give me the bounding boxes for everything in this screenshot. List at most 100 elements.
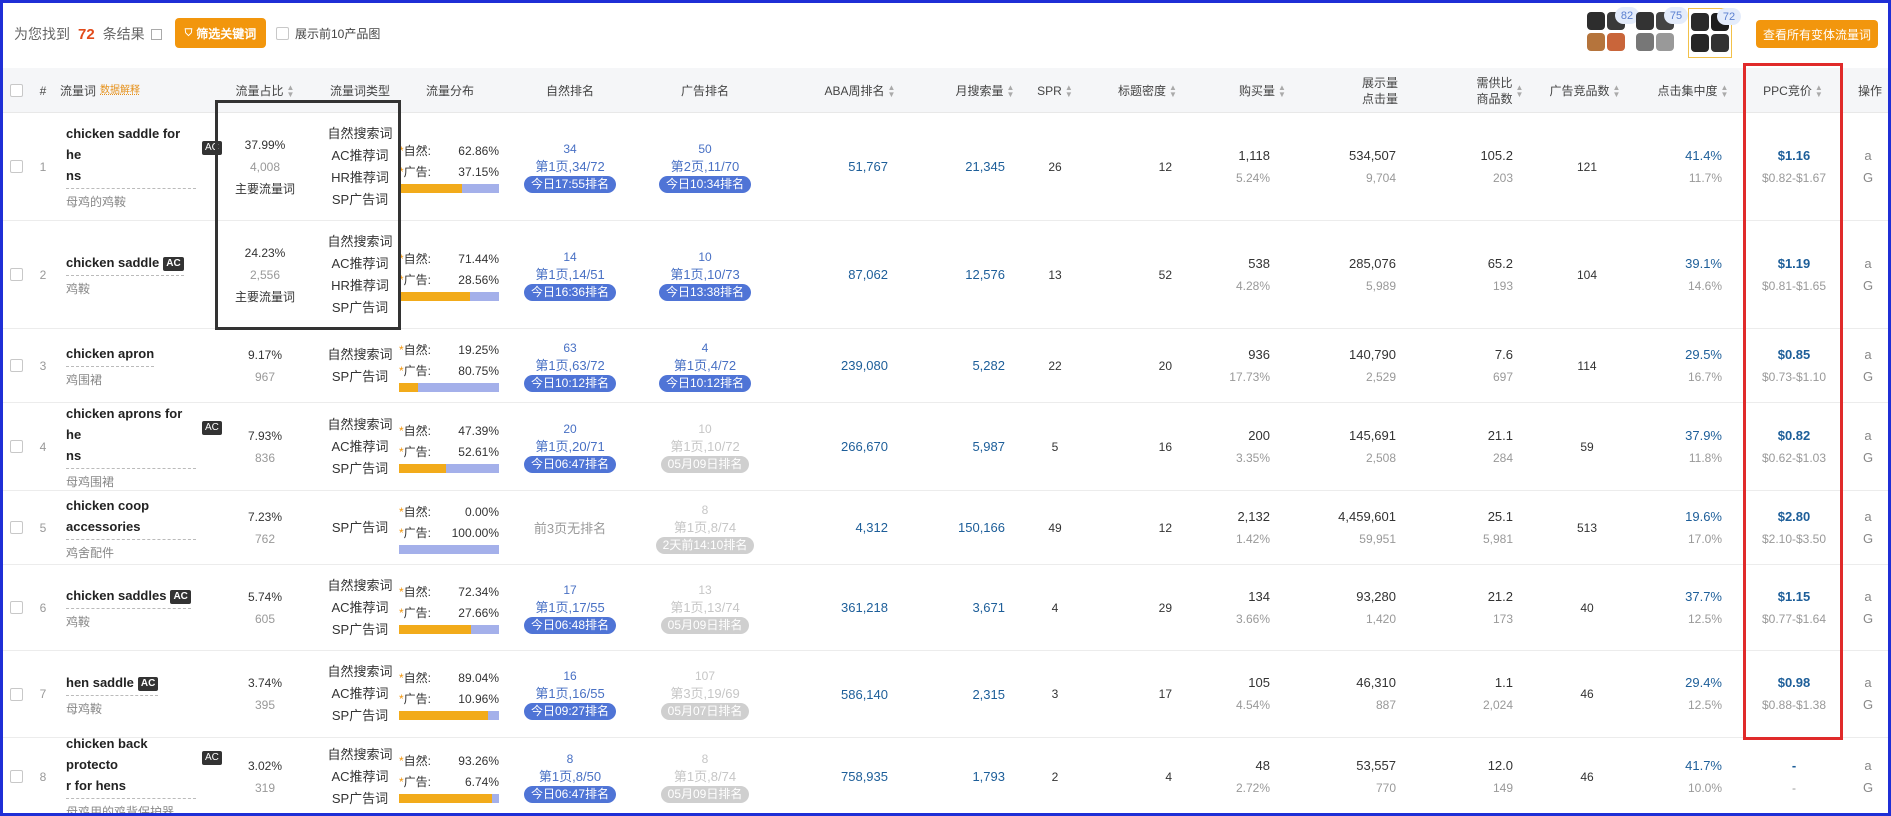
natural-rank-number[interactable]: 63 bbox=[563, 340, 576, 357]
aba-rank[interactable]: 758,935 bbox=[841, 769, 888, 784]
keyword-text[interactable]: chicken apron bbox=[66, 343, 155, 367]
monthly-searches[interactable]: 150,166 bbox=[958, 520, 1005, 535]
keyword-text[interactable]: chicken aprons for he ns bbox=[66, 403, 196, 469]
table-row[interactable]: 7 hen saddle AC 母鸡鞍 3.74% 395 自然搜索词 AC推荐词 S… bbox=[0, 651, 1891, 738]
aba-rank[interactable]: 239,080 bbox=[841, 358, 888, 373]
variant-image-group-3[interactable]: 72 bbox=[1688, 8, 1741, 58]
aba-rank[interactable]: 266,670 bbox=[841, 439, 888, 454]
ad-rank-number[interactable]: 8 bbox=[702, 751, 709, 768]
natural-rank-number[interactable]: 8 bbox=[567, 751, 574, 768]
ad-rank-time[interactable]: 今日10:34排名 bbox=[658, 175, 752, 193]
col-spr[interactable]: SPR ▲ ▼ bbox=[1030, 68, 1080, 113]
monthly-searches[interactable]: 2,315 bbox=[972, 687, 1005, 702]
sort-icon[interactable]: ▲ ▼ bbox=[888, 83, 896, 98]
natural-rank-time[interactable]: 今日09:27排名 bbox=[523, 703, 617, 720]
google-icon[interactable]: G bbox=[1863, 366, 1873, 388]
amazon-icon[interactable]: a bbox=[1864, 425, 1871, 447]
variant-image-group-2[interactable]: 75 bbox=[1634, 7, 1688, 58]
select-all[interactable] bbox=[6, 68, 26, 113]
table-row[interactable]: 3 chicken apron 鸡围裙 9.17% 967 自然搜索词 SP广告词… bbox=[0, 329, 1891, 403]
amazon-icon[interactable]: a bbox=[1864, 586, 1871, 608]
monthly-searches[interactable]: 5,987 bbox=[972, 439, 1005, 454]
sort-icon[interactable]: ▲ ▼ bbox=[287, 83, 295, 98]
natural-rank-number[interactable]: 14 bbox=[563, 249, 576, 266]
ad-rank-time[interactable]: 今日10:12排名 bbox=[658, 374, 752, 392]
row-select[interactable] bbox=[10, 329, 26, 402]
table-row[interactable]: 5 chicken coop accessories 鸡舍配件 7.23% 76… bbox=[0, 491, 1891, 565]
aba-rank[interactable]: 586,140 bbox=[841, 687, 888, 702]
ad-rank-number[interactable]: 107 bbox=[695, 668, 715, 685]
select-all-checkbox[interactable] bbox=[9, 84, 23, 97]
google-icon[interactable]: G bbox=[1863, 275, 1873, 297]
keyword-text[interactable]: chicken coop accessories bbox=[66, 495, 196, 540]
sort-icon[interactable]: ▲ ▼ bbox=[1613, 83, 1621, 98]
col-ppc[interactable]: PPC竞价 ▲ ▼ bbox=[1748, 68, 1838, 113]
ad-rank-number[interactable]: 50 bbox=[698, 141, 711, 158]
col-monthly[interactable]: 月搜索量 ▲ ▼ bbox=[945, 68, 1025, 113]
table-row[interactable]: 1 chicken saddle for he ns 母鸡的鸡鞍 AC 37.99… bbox=[0, 113, 1891, 221]
natural-rank-time[interactable]: 今日06:48排名 bbox=[523, 616, 617, 634]
row-select[interactable] bbox=[10, 651, 26, 737]
row-checkbox[interactable] bbox=[10, 268, 23, 281]
keyword-text[interactable]: chicken saddle AC bbox=[66, 252, 184, 276]
amazon-icon[interactable]: a bbox=[1864, 253, 1871, 275]
amazon-icon[interactable]: a bbox=[1864, 755, 1871, 777]
col-share[interactable]: 流量占比 ▲ ▼ bbox=[225, 68, 305, 113]
amazon-icon[interactable]: a bbox=[1864, 672, 1871, 694]
natural-rank-number[interactable]: 20 bbox=[563, 421, 576, 438]
row-checkbox[interactable] bbox=[10, 359, 23, 372]
natural-rank-number[interactable]: 34 bbox=[563, 141, 576, 158]
data-explanation-link[interactable]: 数据解释 bbox=[100, 83, 140, 99]
amazon-icon[interactable]: a bbox=[1864, 506, 1871, 528]
row-select[interactable] bbox=[10, 221, 26, 328]
keyword-text[interactable]: chicken saddles AC bbox=[66, 585, 191, 609]
monthly-searches[interactable]: 3,671 bbox=[972, 600, 1005, 615]
google-icon[interactable]: G bbox=[1863, 528, 1873, 550]
sort-icon[interactable]: ▲ ▼ bbox=[1007, 83, 1015, 98]
google-icon[interactable]: G bbox=[1863, 608, 1873, 630]
ad-rank-time[interactable]: 今日13:38排名 bbox=[658, 283, 752, 301]
row-checkbox[interactable] bbox=[10, 440, 23, 453]
google-icon[interactable]: G bbox=[1863, 694, 1873, 716]
ad-rank-number[interactable]: 4 bbox=[702, 340, 709, 357]
col-supply-demand[interactable]: 需供比 商品数 ▲ ▼ bbox=[1465, 68, 1535, 113]
amazon-icon[interactable]: a bbox=[1864, 344, 1871, 366]
row-checkbox[interactable] bbox=[10, 687, 23, 701]
col-title-density[interactable]: 标题密度 ▲ ▼ bbox=[1110, 68, 1185, 113]
aba-rank[interactable]: 361,218 bbox=[841, 600, 888, 615]
ad-rank-time[interactable]: 05月07日排名 bbox=[660, 703, 750, 720]
sort-icon[interactable]: ▲ ▼ bbox=[1721, 83, 1729, 98]
google-icon[interactable]: G bbox=[1863, 447, 1873, 469]
ad-rank-time[interactable]: 05月09日排名 bbox=[660, 785, 750, 803]
col-ad-products[interactable]: 广告竞品数 ▲ ▼ bbox=[1545, 68, 1625, 113]
ad-rank-number[interactable]: 10 bbox=[698, 421, 711, 438]
row-select[interactable] bbox=[10, 403, 26, 490]
row-select[interactable] bbox=[10, 113, 26, 220]
monthly-searches[interactable]: 5,282 bbox=[972, 358, 1005, 373]
aba-rank[interactable]: 87,062 bbox=[848, 267, 888, 282]
row-checkbox[interactable] bbox=[10, 160, 23, 173]
row-select[interactable] bbox=[10, 738, 26, 815]
row-checkbox[interactable] bbox=[10, 521, 23, 534]
amazon-icon[interactable]: a bbox=[1864, 145, 1871, 167]
table-row[interactable]: 4 chicken aprons for he ns 母鸡围裙 AC 7.93% … bbox=[0, 403, 1891, 491]
natural-rank-time[interactable]: 今日06:47排名 bbox=[523, 455, 617, 473]
natural-rank-time[interactable]: 今日06:47排名 bbox=[523, 785, 617, 803]
table-row[interactable]: 2 chicken saddle AC 鸡鞍 24.23% 2,556 主要流量词… bbox=[0, 221, 1891, 329]
ad-rank-time[interactable]: 05月09日排名 bbox=[660, 455, 750, 473]
aba-rank[interactable]: 4,312 bbox=[855, 520, 888, 535]
sort-icon[interactable]: ▲ ▼ bbox=[1065, 83, 1073, 98]
ad-rank-time[interactable]: 2天前14:10排名 bbox=[655, 536, 755, 554]
top10-checkbox[interactable] bbox=[276, 27, 289, 40]
sort-icon[interactable]: ▲ ▼ bbox=[1815, 83, 1823, 98]
google-icon[interactable]: G bbox=[1863, 167, 1873, 189]
ad-rank-number[interactable]: 10 bbox=[698, 249, 711, 266]
natural-rank-time[interactable]: 今日10:12排名 bbox=[523, 374, 617, 392]
top10-toggle[interactable]: 展示前10产品图 bbox=[276, 25, 380, 42]
view-all-variant-keywords-button[interactable]: 查看所有变体流量词 bbox=[1756, 20, 1878, 48]
row-checkbox[interactable] bbox=[10, 770, 23, 783]
monthly-searches[interactable]: 12,576 bbox=[965, 267, 1005, 282]
row-checkbox[interactable] bbox=[10, 601, 23, 614]
ad-rank-number[interactable]: 8 bbox=[702, 502, 709, 519]
export-icon[interactable] bbox=[150, 29, 162, 40]
